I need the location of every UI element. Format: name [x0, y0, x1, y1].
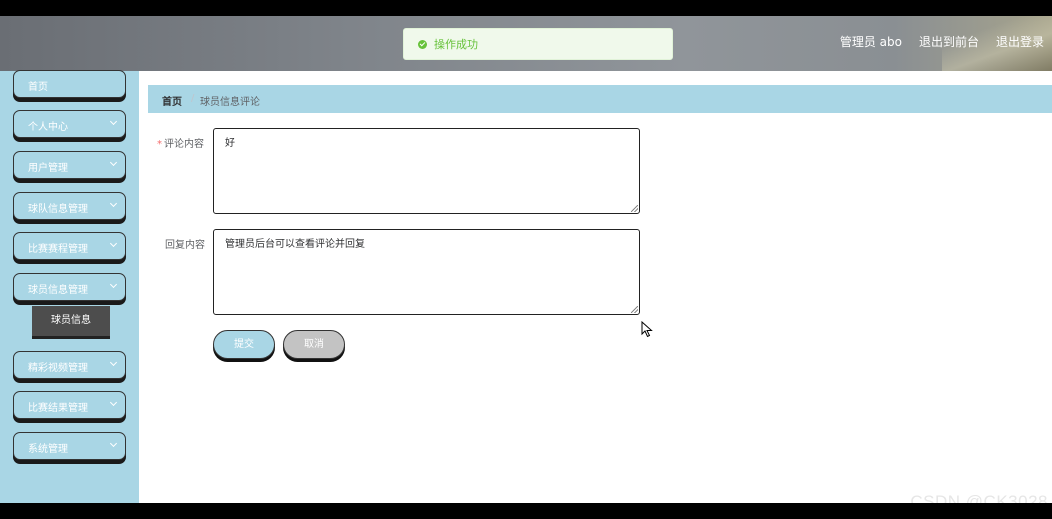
comment-value: 好: [225, 138, 235, 149]
breadcrumb-home[interactable]: 首页: [162, 93, 182, 108]
chevron-down-icon: [109, 199, 118, 208]
breadcrumb-separator: /: [191, 93, 195, 104]
sidebar-item-label: 球队信息管理: [28, 204, 88, 215]
chevron-down-icon: [109, 358, 118, 367]
chevron-down-icon: [109, 158, 118, 167]
submit-button[interactable]: 提交: [213, 330, 275, 359]
chevron-down-icon: [109, 280, 118, 289]
resize-handle-icon[interactable]: [631, 205, 638, 212]
required-mark: *: [157, 139, 162, 150]
submit-button-label: 提交: [234, 339, 254, 350]
sidebar-item-results[interactable]: 比赛结果管理: [13, 391, 126, 419]
cancel-button[interactable]: 取消: [283, 330, 345, 359]
sidebar-item-teams[interactable]: 球队信息管理: [13, 192, 126, 220]
sidebar-item-label: 比赛赛程管理: [28, 244, 88, 255]
reply-value: 管理员后台可以查看评论并回复: [225, 239, 365, 250]
logout-link[interactable]: 退出登录: [996, 33, 1044, 50]
reply-textarea[interactable]: 管理员后台可以查看评论并回复: [213, 229, 640, 315]
watermark: CSDN @CK3028: [910, 492, 1048, 503]
comment-field-label: * 评论内容: [157, 135, 204, 150]
sidebar-item-users[interactable]: 用户管理: [13, 151, 126, 179]
sidebar-item-label: 个人中心: [28, 122, 68, 133]
sidebar-item-videos[interactable]: 精彩视频管理: [13, 351, 126, 379]
sidebar-item-label: 精彩视频管理: [28, 363, 88, 374]
sidebar-item-label: 比赛结果管理: [28, 403, 88, 414]
sidebar-item-label: 用户管理: [28, 163, 68, 174]
success-toast: 操作成功: [403, 28, 673, 60]
comment-label-text: 评论内容: [164, 139, 204, 150]
top-header: 操作成功 管理员 abo 退出到前台 退出登录: [0, 16, 1052, 71]
reply-label-text: 回复内容: [165, 240, 205, 251]
sidebar-item-label: 系统管理: [28, 444, 68, 455]
sidebar-item-system[interactable]: 系统管理: [13, 432, 126, 460]
chevron-down-icon: [109, 117, 118, 126]
sidebar-item-home[interactable]: 首页: [13, 70, 126, 98]
admin-user-label[interactable]: 管理员 abo: [840, 33, 902, 50]
cancel-button-label: 取消: [304, 339, 324, 350]
chevron-down-icon: [109, 239, 118, 248]
sidebar-item-label: 首页: [28, 82, 48, 93]
header-links: 管理员 abo 退出到前台 退出登录: [840, 33, 1044, 50]
success-check-icon: [418, 39, 427, 49]
breadcrumb-current: 球员信息评论: [200, 97, 260, 108]
sidebar-subitem-label: 球员信息: [51, 315, 91, 326]
reply-field-label: 回复内容: [165, 236, 205, 251]
sidebar-item-label: 球员信息管理: [28, 285, 88, 296]
breadcrumb: 首页 / 球员信息评论: [148, 85, 1052, 113]
chevron-down-icon: [109, 439, 118, 448]
back-to-front-link[interactable]: 退出到前台: [919, 33, 979, 50]
app-frame: 操作成功 管理员 abo 退出到前台 退出登录 首页 个人中心 用户管理 球队信…: [0, 16, 1052, 503]
mouse-pointer-icon: [641, 321, 653, 338]
sidebar: 首页 个人中心 用户管理 球队信息管理 比赛赛程管理 球员信息管理 球员信息 精…: [0, 70, 139, 503]
sidebar-item-schedule[interactable]: 比赛赛程管理: [13, 232, 126, 260]
sidebar-item-profile[interactable]: 个人中心: [13, 110, 126, 138]
comment-textarea[interactable]: 好: [213, 128, 640, 214]
chevron-down-icon: [109, 398, 118, 407]
sidebar-subitem-player-info[interactable]: 球员信息: [32, 306, 110, 336]
toast-message: 操作成功: [434, 38, 478, 51]
resize-handle-icon[interactable]: [631, 306, 638, 313]
sidebar-item-players[interactable]: 球员信息管理: [13, 273, 126, 301]
